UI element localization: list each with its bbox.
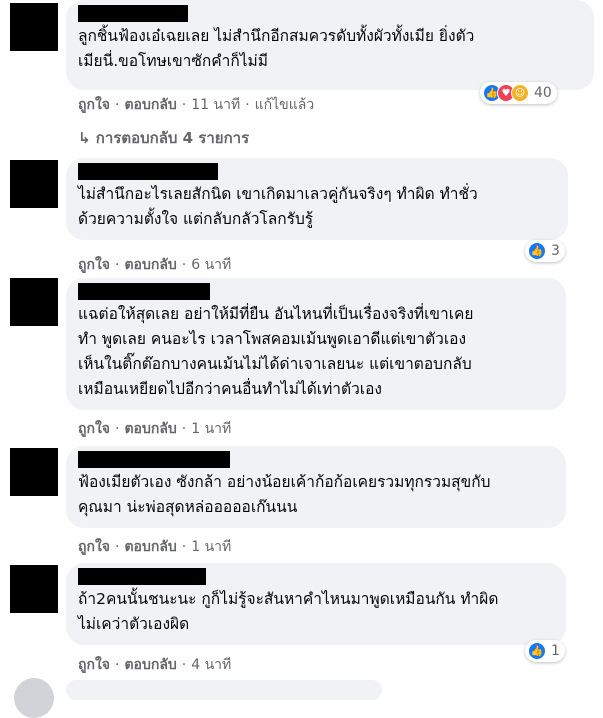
reply-link[interactable]: ตอบกลับ	[124, 257, 176, 273]
comment-bubble: ฟ้องเมียตัวเอง ซังกล้า อย่างน้อยเค้าก้อก…	[66, 446, 566, 528]
like-link[interactable]: ถูกใจ	[78, 257, 110, 273]
comment-bubble: แฉต่อให้สุดเลย อย่าให้มีที่ยืน อันไหนที่…	[66, 278, 566, 410]
haha-icon: ☺	[511, 84, 529, 102]
like-link[interactable]: ถูกใจ	[78, 657, 110, 673]
like-link[interactable]: ถูกใจ	[78, 97, 110, 113]
timestamp[interactable]: 1 นาที	[191, 421, 231, 437]
reaction-summary[interactable]: 👍 3	[525, 240, 565, 262]
avatar[interactable]	[10, 3, 58, 51]
author-name-redacted[interactable]	[78, 283, 210, 300]
timestamp[interactable]: 6 นาที	[191, 257, 231, 273]
comment-bubble: ไม่สำนึกอะไรเลยสักนิด เขาเกิดมาเลวคู่กัน…	[66, 158, 568, 240]
reaction-summary[interactable]: 👍 ♥ ☺ 40	[480, 82, 557, 104]
comment-text: ถ้า2คนนั้นชนะนะ กูก็ไม่รู้จะสันหาคำไหนมา…	[78, 590, 499, 633]
reaction-count: 1	[551, 643, 560, 659]
view-replies-link[interactable]: ↳ การตอบกลับ 4 รายการ	[78, 126, 249, 150]
avatar[interactable]	[10, 160, 58, 208]
comment-actions: ถูกใจ · ตอบกลับ · 11 นาที · แก้ไขแล้ว	[78, 97, 315, 113]
reply-link[interactable]: ตอบกลับ	[124, 97, 176, 113]
comment-text: ฟ้องเมียตัวเอง ซังกล้า อย่างน้อยเค้าก้อก…	[78, 473, 491, 516]
comment-actions: ถูกใจ · ตอบกลับ · 1 นาที	[78, 539, 232, 555]
comment-text: แฉต่อให้สุดเลย อย่าให้มีที่ยืน อันไหนที่…	[78, 305, 474, 398]
reaction-count: 40	[534, 85, 552, 101]
author-name-redacted[interactable]	[78, 451, 230, 468]
avatar[interactable]	[10, 448, 58, 496]
reply-link[interactable]: ตอบกลับ	[124, 657, 176, 673]
author-name-redacted[interactable]	[78, 163, 218, 180]
comment-bubble	[66, 680, 382, 700]
like-link[interactable]: ถูกใจ	[78, 539, 110, 555]
avatar[interactable]	[14, 678, 54, 718]
like-icon: 👍	[528, 242, 546, 260]
timestamp[interactable]: 4 นาที	[191, 657, 231, 673]
comment-actions: ถูกใจ · ตอบกลับ · 4 นาที	[78, 657, 232, 673]
reply-link[interactable]: ตอบกลับ	[124, 539, 176, 555]
reaction-count: 3	[551, 243, 560, 259]
comment-bubble: ลูกชิ้นฟ้องเอ๋เฉยเลย ไม่สำนึกอีกสมควรดับ…	[66, 0, 594, 90]
avatar[interactable]	[10, 565, 58, 613]
reply-link[interactable]: ตอบกลับ	[124, 421, 176, 437]
comment-bubble: ถ้า2คนนั้นชนะนะ กูก็ไม่รู้จะสันหาคำไหนมา…	[66, 563, 566, 645]
author-name-redacted[interactable]	[78, 568, 206, 585]
reaction-summary[interactable]: 👍 1	[525, 640, 565, 662]
comment-text: ลูกชิ้นฟ้องเอ๋เฉยเลย ไม่สำนึกอีกสมควรดับ…	[78, 27, 475, 70]
timestamp[interactable]: 1 นาที	[191, 539, 231, 555]
author-name-redacted[interactable]	[78, 5, 188, 22]
comment-text: ไม่สำนึกอะไรเลยสักนิด เขาเกิดมาเลวคู่กัน…	[78, 185, 478, 228]
like-icon: 👍	[528, 642, 546, 660]
edited-label: แก้ไขแล้ว	[254, 97, 315, 113]
avatar[interactable]	[10, 278, 58, 326]
timestamp[interactable]: 11 นาที	[191, 97, 240, 113]
like-link[interactable]: ถูกใจ	[78, 421, 110, 437]
comment-actions: ถูกใจ · ตอบกลับ · 1 นาที	[78, 421, 232, 437]
comment-actions: ถูกใจ · ตอบกลับ · 6 นาที	[78, 257, 232, 273]
